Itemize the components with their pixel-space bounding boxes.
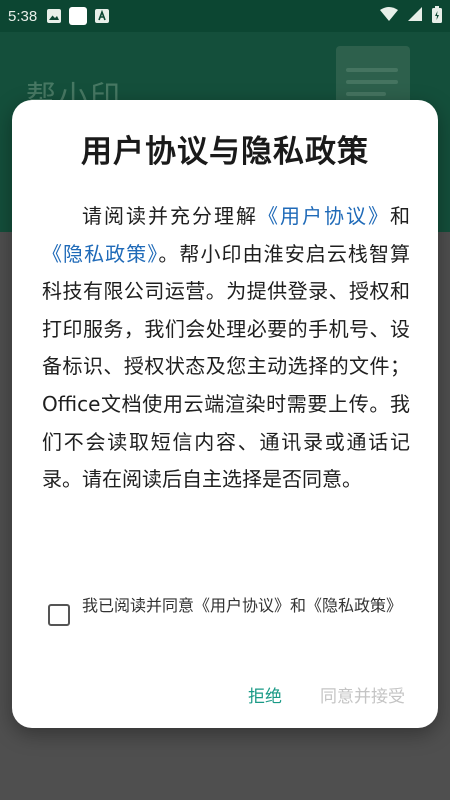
battery-icon (432, 5, 442, 27)
status-bar: 5:38 (0, 0, 450, 32)
accept-button[interactable]: 同意并接受 (320, 682, 405, 707)
status-time: 5:38 (8, 7, 38, 25)
dialog-title: 用户协议与隐私政策 (81, 134, 369, 170)
consent-label[interactable]: 我已阅读并同意《用户协议》和《隐私政策》 (82, 593, 402, 618)
dialog-body-text: 请阅读并充分理解《用户协议》和《隐私政策》。帮小印由淮安启云栈智算科技有限公司运… (42, 198, 410, 499)
body-text-and: 和 (390, 204, 410, 228)
reject-button[interactable]: 拒绝 (248, 682, 282, 707)
body-text-intro: 请阅读并充分理解 (82, 204, 258, 228)
signal-icon (408, 7, 422, 25)
consent-checkbox[interactable] (48, 604, 70, 626)
square-icon (69, 7, 88, 25)
body-text-main: 。帮小印由淮安启云栈智算科技有限公司运营。为提供登录、授权和打印服务，我们会处理… (42, 241, 411, 492)
consent-row[interactable]: 我已阅读并同意《用户协议》和《隐私政策》 (48, 592, 408, 626)
user-agreement-link[interactable]: 《用户协议》 (258, 204, 390, 228)
privacy-policy-link[interactable]: 《隐私政策》 (42, 242, 158, 266)
privacy-dialog: 用户协议与隐私政策 请阅读并充分理解《用户协议》和《隐私政策》。帮小印由淮安启云… (12, 100, 438, 728)
wifi-icon (380, 7, 398, 25)
image-icon (47, 9, 62, 23)
a-badge-icon (95, 9, 110, 23)
